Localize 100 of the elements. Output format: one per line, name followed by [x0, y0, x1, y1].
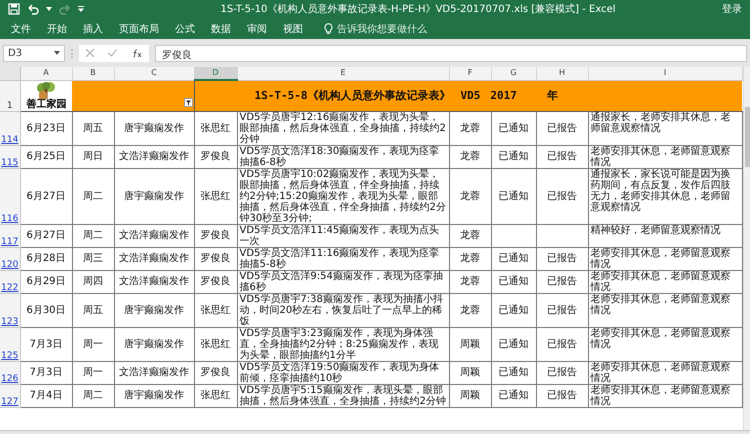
report-cell: 已报告 [536, 327, 588, 361]
notice-cell: 已通知 [491, 270, 536, 293]
column-header[interactable]: B [72, 67, 114, 80]
event-cell: 文浩洋癫痫发作 [114, 224, 194, 247]
formula-input[interactable]: 罗俊良 [155, 44, 747, 62]
logo-text: 善工家园 [26, 98, 66, 110]
row-number[interactable]: 1 [0, 80, 20, 111]
row-number[interactable]: 126 [0, 361, 20, 384]
action-cell: 老师安排其休息，老师留意观察情况 [588, 145, 742, 168]
action-cell: 老师安排其休息，老师留意观察情况 [588, 270, 742, 293]
row-number[interactable]: 120 [0, 247, 20, 270]
report-cell: 已报告 [536, 384, 588, 407]
teacher-cell: 罗俊良 [194, 361, 237, 384]
teacher-cell: 罗俊良 [194, 247, 237, 270]
filter-dropdown-icon[interactable] [184, 98, 192, 106]
ribbon-tab[interactable]: 公式 [168, 20, 202, 38]
date-cell: 6月30日 [20, 293, 72, 327]
row-number[interactable]: 122 [0, 270, 20, 293]
action-cell: 老师安排其休息，老师留意观察情况 [588, 327, 742, 361]
lightbulb-icon [324, 22, 333, 34]
teacher-cell: 罗俊良 [194, 145, 237, 168]
column-header[interactable]: F [449, 67, 491, 80]
event-cell: 文浩洋癫痫发作 [114, 361, 194, 384]
row-number[interactable]: 123 [0, 293, 20, 327]
action-cell: 老师安排其休息，老师留意观察情况 [588, 293, 742, 327]
report-cell: 已报告 [536, 361, 588, 384]
teacher-cell: 张思红 [194, 327, 237, 361]
tell-me-search[interactable]: 告诉我你想要做什么 [318, 20, 433, 38]
action-cell: 老师安排其休息，老师留意观察情况 [588, 247, 742, 270]
date-cell: 6月25日 [20, 145, 72, 168]
staff-cell: 龙蓉 [449, 111, 491, 145]
name-box[interactable]: D3 [3, 44, 65, 62]
action-cell: 通报家长，家长说可能是因为换药期间，有点反复，发作后四肢无力，老师安排其休息，老师留意观察情况 [588, 168, 742, 224]
date-cell: 6月27日 [20, 224, 72, 247]
function-icon[interactable] [132, 48, 142, 58]
ribbon-tab[interactable]: 视图 [276, 20, 310, 38]
customize-icon[interactable] [78, 6, 84, 12]
weekday-cell: 周五 [72, 293, 114, 327]
teacher-cell: 罗俊良 [194, 224, 237, 247]
date-cell: 6月23日 [20, 111, 72, 145]
ribbon-tab[interactable]: 审阅 [240, 20, 274, 38]
report-cell: 已报告 [536, 111, 588, 145]
event-cell: 唐宇癫痫发作 [114, 384, 194, 407]
weekday-cell: 周二 [72, 168, 114, 224]
description-cell: VD5学员唐宇10:02癫痫发作，表现为头晕，眼部抽搐，然后身体强直，伴全身抽搐，持续约2分钟;15:20癫痫发作，表现为头晕，眼部抽搐，然后身体强直，伴全身抽搐，持续约2分钟30秒至3分钟; [237, 168, 449, 224]
event-cell: 文浩洋癫痫发作 [114, 270, 194, 293]
weekday-cell: 周三 [72, 247, 114, 270]
column-header[interactable]: H [536, 67, 588, 80]
sheet-title: 1S-T-5-8《机构人员意外事故记录表》 [254, 88, 450, 104]
weekday-cell: 周一 [72, 361, 114, 384]
undo-icon[interactable] [26, 3, 40, 15]
row-number[interactable]: 115 [0, 145, 20, 168]
column-header[interactable]: D [194, 67, 237, 80]
column-header[interactable]: I [588, 67, 742, 80]
date-cell: 6月29日 [20, 270, 72, 293]
ribbon-tab[interactable]: 页面布局 [112, 20, 166, 38]
weekday-cell: 周二 [72, 224, 114, 247]
ribbon-tab[interactable]: 插入 [76, 20, 110, 38]
weekday-cell: 周日 [72, 145, 114, 168]
action-cell: 老师安排其休息，老师留意观察情况 [588, 361, 742, 384]
report-cell: 已报告 [536, 293, 588, 327]
action-cell: 精神较好，老师留意观察情况 [588, 224, 742, 247]
event-cell: 唐宇癫痫发作 [114, 293, 194, 327]
row-number[interactable]: 117 [0, 224, 20, 247]
column-header[interactable]: E [237, 67, 449, 80]
description-cell: VD5学员唐宇12:16癫痫发作，表现为头晕，眼部抽搐，然后身体强直，全身抽搐，持续约2分钟 [237, 111, 449, 145]
date-cell: 7月4日 [20, 384, 72, 407]
date-cell: 6月27日 [20, 168, 72, 224]
sign-in-button[interactable]: 登录 [722, 2, 742, 16]
date-cell: 7月3日 [20, 327, 72, 361]
ribbon-tab[interactable]: 开始 [40, 20, 74, 38]
teacher-cell: 罗俊良 [194, 270, 237, 293]
sheet-title: 2017 [490, 89, 517, 102]
weekday-cell: 周二 [72, 384, 114, 407]
row-number[interactable]: 125 [0, 327, 20, 361]
report-cell: 已报告 [536, 145, 588, 168]
row-number[interactable]: 114 [0, 111, 20, 145]
column-header[interactable]: C [114, 67, 194, 80]
column-header[interactable]: A [20, 67, 72, 80]
staff-cell: 龙蓉 [449, 247, 491, 270]
row-number[interactable]: 116 [0, 168, 20, 224]
date-cell: 6月28日 [20, 247, 72, 270]
report-cell: 已报告 [536, 168, 588, 224]
staff-cell: 龙蓉 [449, 224, 491, 247]
save-icon[interactable] [8, 3, 20, 15]
column-header[interactable]: G [491, 67, 536, 80]
report-cell: 已报告 [536, 247, 588, 270]
tree-logo-icon [35, 82, 58, 98]
check-icon[interactable] [108, 49, 118, 57]
event-cell: 文浩洋癫痫发作 [114, 145, 194, 168]
notice-cell: 已通知 [491, 111, 536, 145]
dropdown-icon[interactable] [54, 51, 60, 55]
staff-cell: 龙蓉 [449, 168, 491, 224]
row-number[interactable]: 127 [0, 384, 20, 407]
caret-icon[interactable] [46, 7, 52, 11]
event-cell: 唐宇癫痫发作 [114, 168, 194, 224]
ribbon-tab[interactable]: 数据 [204, 20, 238, 38]
ribbon-tab[interactable]: 文件 [4, 20, 38, 38]
weekday-cell: 周五 [72, 111, 114, 145]
empty-cell [536, 224, 588, 247]
